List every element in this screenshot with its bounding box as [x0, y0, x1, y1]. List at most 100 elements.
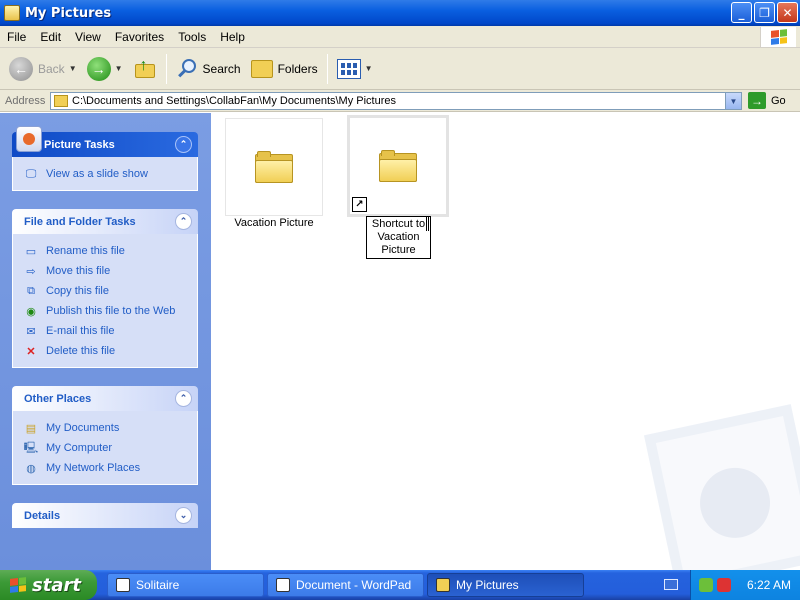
globe-icon: ◉	[26, 305, 36, 318]
text-cursor-icon	[426, 217, 429, 231]
wordpad-icon	[276, 578, 290, 592]
taskbar-label: Document - WordPad	[296, 578, 412, 592]
toolbar-separator	[165, 53, 167, 84]
task-label: Publish this file to the Web	[46, 305, 176, 317]
security-shield-icon[interactable]	[717, 578, 731, 592]
up-folder-button[interactable]: ↑	[128, 52, 162, 86]
close-button[interactable]: ✕	[777, 2, 798, 23]
search-icon	[176, 58, 198, 80]
collapse-icon[interactable]: ⌃	[175, 213, 192, 230]
start-button[interactable]: start	[0, 570, 97, 600]
forward-arrow-icon: →	[86, 56, 111, 81]
task-label: My Computer	[46, 442, 113, 454]
window-controls: _ ❐ ✕	[731, 2, 798, 23]
file-folder-tasks-header[interactable]: File and Folder Tasks ⌃	[12, 209, 198, 234]
file-view[interactable]: Vacation Picture ↗ Shortcut to Vacation …	[211, 113, 800, 570]
keyboard-icon[interactable]	[664, 579, 678, 590]
folder-icon	[436, 578, 450, 592]
file-folder-tasks-title: File and Folder Tasks	[24, 215, 136, 228]
place-my-computer[interactable]: 🖳 My Computer	[23, 438, 197, 458]
back-button[interactable]: ← Back ▼	[4, 52, 82, 86]
file-folder-tasks-panel: File and Folder Tasks ⌃ ▭ Rename this fil…	[12, 209, 198, 368]
collapse-icon[interactable]: ⌃	[175, 390, 192, 407]
go-label: Go	[771, 94, 786, 107]
my-documents-icon: ▤	[25, 422, 37, 435]
windows-logo-icon	[760, 27, 796, 47]
taskbar: start Solitaire Document - WordPad My Pi…	[0, 570, 800, 600]
details-header[interactable]: Details ⌄	[12, 503, 198, 528]
window-title: My Pictures	[25, 5, 112, 21]
delete-icon: ✕	[26, 345, 36, 358]
other-places-title: Other Places	[24, 392, 92, 405]
chevron-down-icon: ▼	[364, 64, 373, 73]
task-email[interactable]: ✉ E-mail this file	[23, 321, 197, 341]
task-delete[interactable]: ✕ Delete this file	[23, 341, 197, 361]
address-dropdown-button[interactable]: ▼	[725, 93, 741, 109]
picture-tasks-title: Picture Tasks	[44, 138, 115, 151]
menu-view[interactable]: View	[68, 30, 108, 44]
title-bar[interactable]: My Pictures _ ❐ ✕	[0, 0, 800, 26]
other-places-header[interactable]: Other Places ⌃	[12, 386, 198, 411]
rename-field[interactable]: Shortcut to Vacation Picture	[366, 216, 431, 259]
task-publish[interactable]: ◉ Publish this file to the Web	[23, 301, 197, 321]
network-icon[interactable]	[699, 578, 713, 592]
rename-line: Shortcut to	[371, 218, 426, 230]
menu-file[interactable]: File	[0, 30, 33, 44]
file-folder-tasks-body: ▭ Rename this file ⇨ Move this file ⧉ Copy …	[12, 234, 198, 368]
item-label[interactable]: Vacation Picture	[225, 217, 323, 229]
toolbar-separator	[326, 53, 328, 84]
task-label: My Documents	[46, 422, 120, 434]
folder-thumbnail[interactable]	[225, 118, 323, 216]
task-label: Move this file	[46, 265, 111, 277]
task-view-slideshow[interactable]: 🖵 View as a slide show	[23, 164, 197, 184]
search-label: Search	[202, 61, 241, 76]
copy-icon: ⧉	[27, 284, 35, 297]
task-pane: Picture Tasks ⌃ 🖵 View as a slide show F…	[0, 113, 211, 570]
expand-icon[interactable]: ⌄	[175, 507, 192, 524]
picture-tasks-header[interactable]: Picture Tasks ⌃	[12, 126, 198, 157]
folder-icon	[4, 5, 20, 21]
picture-tasks-icon	[16, 126, 42, 152]
shortcut-thumbnail[interactable]: ↗	[347, 115, 449, 217]
maximize-button[interactable]: ❐	[754, 2, 775, 23]
taskbar-button-my-pictures[interactable]: My Pictures	[427, 573, 584, 597]
details-panel: Details ⌄	[12, 503, 198, 528]
folders-button[interactable]: Folders	[246, 52, 323, 86]
minimize-button[interactable]: _	[731, 2, 752, 23]
folder-icon	[255, 151, 293, 183]
task-label: E-mail this file	[46, 325, 115, 337]
menu-favorites[interactable]: Favorites	[108, 30, 171, 44]
folders-icon	[250, 59, 273, 78]
task-rename[interactable]: ▭ Rename this file	[23, 241, 197, 261]
place-my-network-places[interactable]: ◍ My Network Places	[23, 458, 197, 478]
taskbar-label: My Pictures	[456, 578, 519, 592]
taskbar-label: Solitaire	[136, 578, 180, 592]
task-copy[interactable]: ⧉ Copy this file	[23, 281, 197, 301]
network-places-icon: ◍	[26, 462, 36, 475]
menu-help[interactable]: Help	[213, 30, 252, 44]
address-path: C:\Documents and Settings\CollabFan\My D…	[72, 95, 397, 107]
clock[interactable]: 6:22 AM	[747, 578, 791, 592]
menu-edit[interactable]: Edit	[33, 30, 68, 44]
taskbar-button-wordpad[interactable]: Document - WordPad	[267, 573, 424, 597]
email-icon: ✉	[26, 325, 36, 338]
forward-button[interactable]: → ▼	[82, 52, 128, 86]
search-button[interactable]: Search	[171, 52, 246, 86]
menu-bar: File Edit View Favorites Tools Help	[0, 26, 800, 48]
go-button[interactable]: → Go	[748, 92, 786, 109]
pictures-watermark-icon	[644, 404, 800, 570]
slideshow-icon: 🖵	[25, 167, 37, 180]
address-label: Address	[5, 94, 46, 107]
picture-tasks-body: 🖵 View as a slide show	[12, 157, 198, 191]
taskbar-button-solitaire[interactable]: Solitaire	[107, 573, 264, 597]
task-move[interactable]: ⇨ Move this file	[23, 261, 197, 281]
address-input[interactable]: C:\Documents and Settings\CollabFan\My D…	[50, 92, 742, 110]
my-computer-icon: 🖳	[23, 441, 39, 454]
folder-icon	[54, 95, 68, 107]
move-icon: ⇨	[26, 265, 36, 278]
menu-tools[interactable]: Tools	[171, 30, 213, 44]
collapse-icon[interactable]: ⌃	[175, 136, 192, 153]
details-title: Details	[24, 509, 61, 522]
place-my-documents[interactable]: ▤ My Documents	[23, 418, 197, 438]
views-button[interactable]: ▼	[332, 52, 378, 86]
